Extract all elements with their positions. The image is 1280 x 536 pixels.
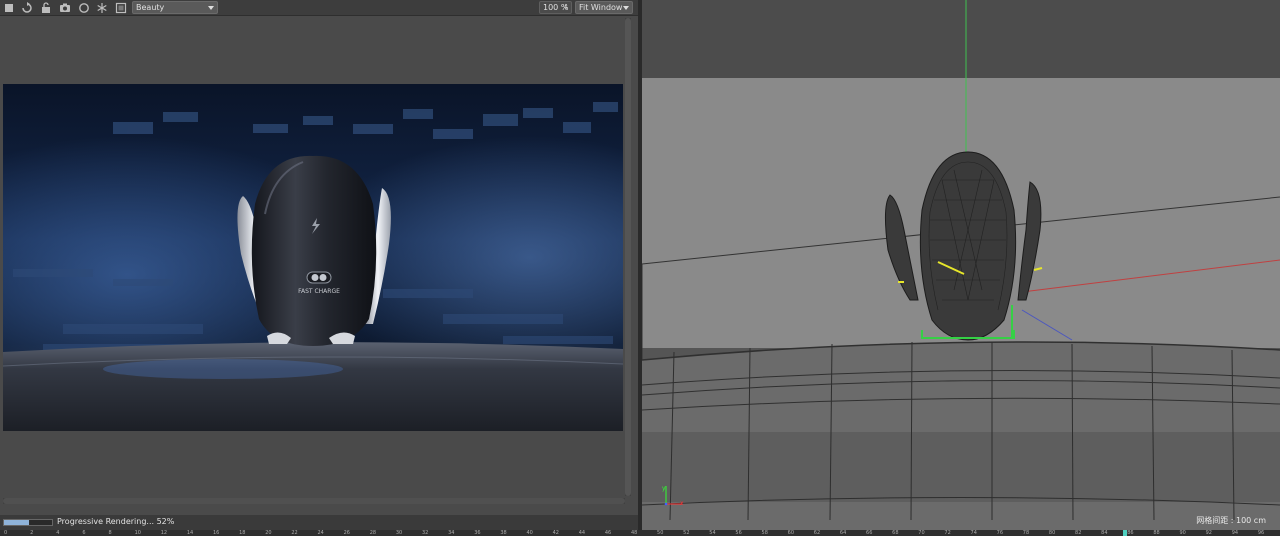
render-toolbar: Beauty 100 % ⇕ Fit Window <box>0 0 638 16</box>
zoom-field[interactable]: 100 % ⇕ <box>539 1 572 14</box>
timeline-frame-label: 32 <box>421 530 429 536</box>
stop-icon[interactable] <box>2 1 16 15</box>
spinner-icon[interactable]: ⇕ <box>563 2 569 13</box>
timeline-ruler[interactable]: 0 2 4 6 8 10 12 14 16 18 20 22 24 26 28 30 32 34 36 38 40 42 4… <box>0 530 1280 536</box>
svg-text:x: x <box>680 500 684 507</box>
horizontal-scrollbar[interactable] <box>3 498 625 504</box>
timeline-frame-label: 56 <box>735 530 742 536</box>
timeline-frame-label: 10 <box>134 530 141 536</box>
refresh-icon[interactable] <box>20 1 34 15</box>
timeline-frame-label: 92 <box>1205 530 1212 536</box>
app-window: Beauty 100 % ⇕ Fit Window FAST CHARGE Pr… <box>0 0 1280 536</box>
render-progress-bar <box>3 519 53 526</box>
camera-icon[interactable] <box>58 1 72 15</box>
timeline-frame-label: 24 <box>317 530 324 536</box>
region-icon[interactable] <box>114 1 128 15</box>
lock-icon[interactable] <box>39 1 53 15</box>
timeline-frame-label: 58 <box>761 530 768 536</box>
timeline-frame-label: 8 <box>108 530 112 536</box>
timeline-frame-label: 4 <box>56 530 60 536</box>
timeline-frame-label: 74 <box>970 530 977 536</box>
snowflake-icon[interactable] <box>95 1 109 15</box>
timeline-frame-label: 36 <box>474 530 481 536</box>
timeline-frame-label: 90 <box>1179 530 1186 536</box>
timeline-frame-label: 26 <box>343 530 350 536</box>
grid-spacing-label: 网格间距 : 100 cm <box>1196 516 1266 525</box>
timeline-frame-label: 44 <box>578 530 586 536</box>
timeline-frame-label: 62 <box>813 530 821 536</box>
viewport-3d[interactable]: y x <box>642 0 1280 530</box>
timeline-frame-label: 88 <box>1153 530 1160 536</box>
timeline-frame-label: 34 <box>448 530 455 536</box>
render-status-bar: Progressive Rendering... 52% <box>0 515 638 530</box>
vertical-scrollbar[interactable] <box>625 18 631 496</box>
fit-select[interactable]: Fit Window <box>575 1 633 14</box>
chevron-down-icon <box>623 6 629 10</box>
timeline-frame-label: 86 <box>1127 530 1134 536</box>
chevron-down-icon <box>208 6 214 10</box>
timeline-frame-label: 46 <box>604 530 612 536</box>
svg-text:y: y <box>662 485 666 492</box>
timeline-frame-label: 40 <box>526 530 533 536</box>
timeline-frame-label: 18 <box>239 530 246 536</box>
fit-select-value: Fit Window <box>579 3 623 12</box>
timeline-frame-label: 80 <box>1048 530 1056 536</box>
timeline-frame-label: 48 <box>630 530 638 536</box>
timeline-frame-label: 6 <box>82 530 86 536</box>
timeline-frame-label: 2 <box>30 530 34 536</box>
timeline-frame-label: 96 <box>1257 530 1265 536</box>
timeline-frame-label: 14 <box>186 530 194 536</box>
timeline-frame-label: 60 <box>787 530 795 536</box>
timeline-frame-label: 78 <box>1022 530 1030 536</box>
timeline-frame-label: 84 <box>1101 530 1108 536</box>
timeline-frame-label: 94 <box>1231 530 1239 536</box>
channel-select[interactable]: Beauty <box>132 1 218 14</box>
timeline-frame-label: 52 <box>683 530 690 536</box>
timeline-frame-label: 72 <box>944 530 951 536</box>
timeline-frame-label: 0 <box>4 530 8 536</box>
channel-select-value: Beauty <box>136 3 165 12</box>
timeline-frame-label: 16 <box>212 530 220 536</box>
timeline-frame-label: 54 <box>709 530 716 536</box>
timeline-frame-label: 30 <box>395 530 403 536</box>
timeline-frame-label: 50 <box>657 530 664 536</box>
timeline-frame-label: 68 <box>892 530 899 536</box>
timeline-frame-label: 66 <box>866 530 873 536</box>
timeline-frame-label: 22 <box>291 530 298 536</box>
circle-icon[interactable] <box>77 1 91 15</box>
render-image-canvas: FAST CHARGE <box>3 84 623 431</box>
timeline-frame-label: 20 <box>265 530 272 536</box>
timeline-frame-label: 70 <box>918 530 925 536</box>
timeline-frame-label: 42 <box>552 530 559 536</box>
timeline-frame-label: 76 <box>996 530 1004 536</box>
timeline-frame-label: 64 <box>839 530 847 536</box>
timeline-frame-label: 38 <box>500 530 507 536</box>
timeline-frame-label: 28 <box>369 530 377 536</box>
timeline-frame-label: 12 <box>160 530 168 536</box>
product-label: FAST CHARGE <box>298 288 340 295</box>
viewport-canvas: y x <box>642 0 1280 530</box>
render-progress-fill <box>4 520 29 525</box>
render-view-panel: Beauty 100 % ⇕ Fit Window FAST CHARGE Pr… <box>0 0 638 530</box>
render-image[interactable]: FAST CHARGE <box>3 84 623 431</box>
timeline-frame-label: 82 <box>1075 530 1082 536</box>
render-status-text: Progressive Rendering... 52% <box>57 517 175 526</box>
